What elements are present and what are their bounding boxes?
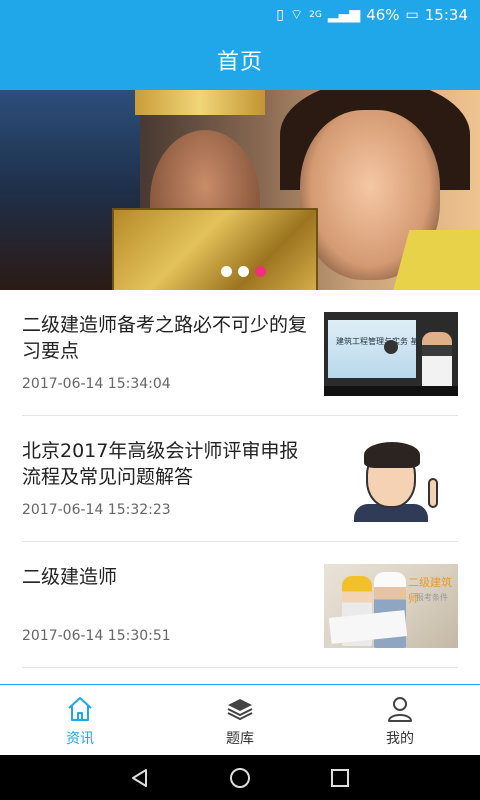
wifi-icon: ⌔	[290, 7, 304, 23]
news-item[interactable]: 二级建造师备考之路必不可少的复习要点 2017-06-14 15:34:04 建…	[22, 290, 458, 416]
news-time: 2017-06-14 15:30:51	[22, 628, 171, 644]
carousel-dot[interactable]	[238, 266, 249, 277]
news-thumbnail-video: 建筑工程管理与实务 基础班	[324, 312, 458, 396]
carousel-dot-active[interactable]	[255, 266, 266, 277]
news-title: 北京2017年高级会计师评审申报流程及常见问题解答	[22, 440, 299, 488]
app-header: 首页	[0, 30, 480, 90]
video-controls-bar	[324, 386, 458, 396]
bottom-tab-bar: 资讯 题库 我的	[0, 684, 480, 756]
cartoon-hair	[364, 442, 420, 468]
banner-gold-card-top	[135, 90, 265, 115]
news-item[interactable]: 二级建造师 2017-06-14 15:30:51 二级建筑师 报考条件	[22, 542, 458, 668]
page-title: 首页	[216, 50, 263, 75]
news-item[interactable]: 北京2017年高级会计师评审申报流程及常见问题解答 2017-06-14 15:…	[22, 416, 458, 542]
home-circle-icon[interactable]	[228, 766, 252, 790]
news-list: 二级建造师备考之路必不可少的复习要点 2017-06-14 15:34:04 建…	[0, 290, 480, 668]
news-thumbnail-cartoon	[324, 438, 458, 522]
vibrate-icon: ▯	[276, 7, 284, 23]
clock: 15:34	[424, 6, 468, 24]
battery-icon: ▭	[405, 7, 419, 23]
home-icon	[68, 696, 92, 721]
battery-level: 46%	[366, 6, 400, 24]
video-slide	[328, 320, 416, 378]
banner-gold-card	[112, 208, 318, 290]
cartoon-finger	[428, 478, 438, 508]
system-nav-bar	[0, 755, 480, 800]
user-icon	[388, 696, 412, 722]
signal-icon: ▂▄▆	[327, 7, 361, 23]
news-title: 二级建造师	[22, 566, 118, 588]
recents-icon[interactable]	[328, 766, 352, 790]
tab-profile[interactable]: 我的	[320, 685, 480, 756]
thumbnail-sublabel: 报考条件	[416, 593, 448, 602]
tab-question-bank[interactable]: 题库	[160, 685, 320, 756]
tab-label: 题库	[226, 730, 254, 747]
play-icon	[384, 340, 398, 354]
carousel-indicator	[221, 266, 266, 277]
banner-carousel[interactable]	[0, 90, 480, 290]
tab-label: 资讯	[66, 730, 94, 747]
news-time: 2017-06-14 15:32:23	[22, 502, 171, 518]
status-bar: ▯ ⌔ 2G ▂▄▆ 46% ▭ 15:34	[0, 0, 480, 30]
back-icon[interactable]	[128, 766, 152, 790]
network-type: 2G	[309, 9, 322, 20]
lecturer-figure	[422, 332, 452, 392]
news-time: 2017-06-14 15:34:04	[22, 376, 171, 392]
tab-news[interactable]: 资讯	[0, 685, 160, 756]
tab-label: 我的	[386, 730, 414, 747]
news-thumbnail-workers: 二级建筑师 报考条件	[324, 564, 458, 648]
carousel-dot[interactable]	[221, 266, 232, 277]
news-title: 二级建造师备考之路必不可少的复习要点	[22, 314, 308, 362]
layers-icon	[227, 698, 253, 720]
